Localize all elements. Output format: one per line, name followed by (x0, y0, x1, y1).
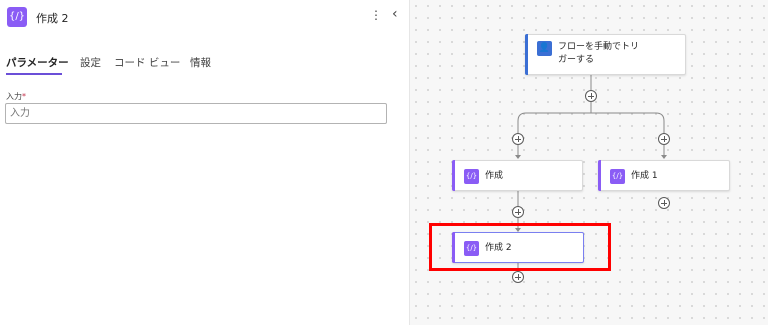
tab-parameters[interactable]: パラメーター (6, 55, 69, 70)
add-step-button[interactable] (585, 90, 597, 102)
trigger-label-line1: フローを手動でトリ (558, 42, 640, 52)
compose-icon: {/} (7, 7, 27, 27)
input-label-text: 入力 (6, 92, 22, 101)
trigger-label-line2: ガーする (558, 55, 595, 65)
compose-icon: {/} (464, 169, 479, 184)
highlight-box (429, 223, 611, 271)
add-step-button[interactable] (658, 133, 670, 145)
tab-code-view[interactable]: コード ビュー (114, 55, 180, 70)
chevron-left-icon[interactable]: ‹ (392, 6, 398, 22)
add-step-button[interactable] (512, 206, 524, 218)
compose-icon: {/} (610, 169, 625, 184)
action-card-compose-1[interactable]: {/} 作成 1 (598, 160, 730, 191)
trigger-label: フローを手動でトリ ガーする (558, 41, 639, 67)
required-mark: * (22, 92, 26, 101)
active-tab-indicator (6, 73, 62, 75)
action-label: 作成 (485, 171, 504, 181)
panel-header: {/} 作成 2 ⋮ ‹ (0, 0, 410, 36)
compose-input-field[interactable] (5, 103, 387, 124)
action-card-compose[interactable]: {/} 作成 (452, 160, 583, 191)
flow-canvas[interactable]: 👤 フローを手動でトリ ガーする {/} 作成 {/} 作成 1 {/} 作成 … (410, 0, 768, 325)
add-step-button[interactable] (512, 133, 524, 145)
more-vertical-icon[interactable]: ⋮ (370, 8, 382, 22)
action-label: 作成 1 (631, 171, 658, 181)
manual-trigger-icon: 👤 (537, 41, 552, 56)
tab-about[interactable]: 情報 (190, 55, 211, 70)
properties-panel: {/} 作成 2 ⋮ ‹ パラメーター 設定 コード ビュー 情報 入力* (0, 0, 410, 325)
trigger-card-manual[interactable]: 👤 フローを手動でトリ ガーする (525, 34, 686, 75)
add-step-button[interactable] (658, 197, 670, 209)
panel-title[interactable]: 作成 2 (36, 10, 69, 26)
add-step-button[interactable] (512, 271, 524, 283)
tab-settings[interactable]: 設定 (80, 55, 101, 70)
input-field-label: 入力* (6, 91, 26, 102)
